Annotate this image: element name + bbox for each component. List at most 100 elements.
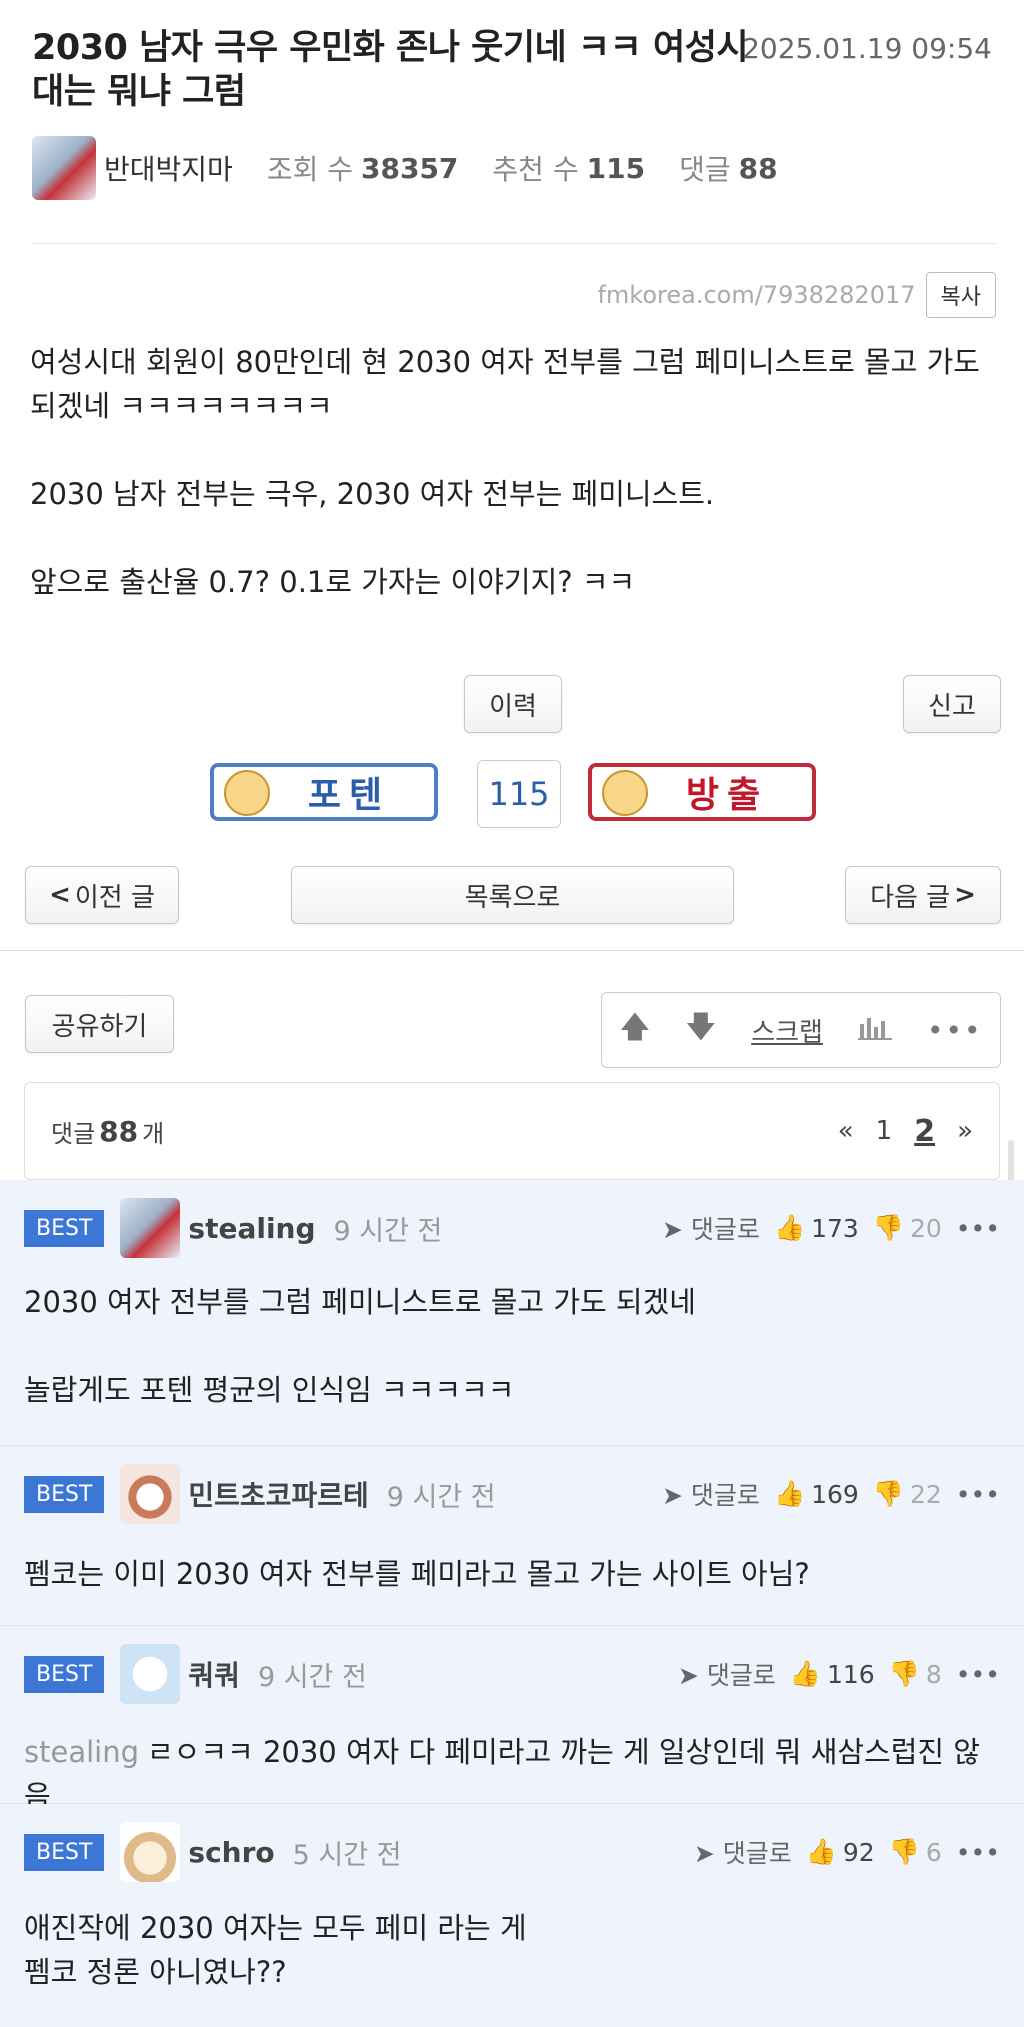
comment-downvote[interactable]: 👎 6	[889, 1837, 942, 1867]
upvote-count: 169	[811, 1479, 859, 1509]
reply-button[interactable]: ➤ 댓글로	[678, 1656, 776, 1692]
post-action-bar: 🡅 🡇 스크랩 •••	[601, 992, 1001, 1068]
commenter-name[interactable]: schro	[188, 1836, 274, 1869]
comment-time: 5 시간 전	[292, 1839, 402, 1871]
more-icon[interactable]: •••	[956, 1480, 1000, 1509]
reply-label: 댓글로	[690, 1215, 760, 1244]
share-button[interactable]: 공유하기	[25, 995, 174, 1053]
more-icon[interactable]: •••	[927, 1014, 983, 1047]
comment-actions: ➤ 댓글로 👍 116 👎 8 •••	[678, 1656, 1000, 1692]
chevron-left-icon: <	[49, 880, 71, 910]
comment-meta: BEST stealing 9 시간 전 ➤ 댓글로 👍 173 👎 20 •••	[24, 1198, 1000, 1258]
thumbs-down-icon: 👎	[872, 1213, 904, 1242]
report-button[interactable]: 신고	[903, 675, 1001, 733]
list-button[interactable]: 목록으로	[291, 866, 734, 924]
post-title: 2030 남자 극우 우민화 존나 웃기네 ㅋㅋ 여성시대는 뭐냐 그럼	[32, 28, 749, 112]
vote-up-label: 포텐	[307, 775, 391, 816]
scrap-button[interactable]: 스크랩	[751, 1012, 823, 1049]
arrow-down-icon[interactable]: 🡇	[685, 1005, 716, 1056]
post-date: 2025.01.19 09:54	[742, 32, 992, 65]
best-badge: BEST	[24, 1655, 105, 1693]
best-badge: BEST	[24, 1833, 105, 1871]
author-name[interactable]: 반대박지마	[104, 148, 233, 188]
downvote-count: 6	[925, 1837, 942, 1867]
reply-button[interactable]: ➤ 댓글로	[662, 1210, 760, 1246]
thumbs-up-icon: 👍	[789, 1659, 821, 1688]
comments-label: 댓글	[679, 153, 731, 186]
page-2[interactable]: 2	[914, 1114, 935, 1149]
comment-meta: BEST 민트초코파르테 9 시간 전 ➤ 댓글로 👍 169 👎 22 •••	[24, 1464, 1000, 1524]
divider	[32, 243, 996, 244]
more-icon[interactable]: •••	[956, 1214, 1000, 1243]
comment-upvote[interactable]: 👍 173	[774, 1213, 859, 1243]
first-page-icon[interactable]: «	[838, 1116, 854, 1146]
stats-icon[interactable]	[857, 1014, 892, 1047]
comment-meta: BEST schro 5 시간 전 ➤ 댓글로 👍 92 👎 6 •••	[24, 1822, 1000, 1882]
comment-item: BEST 쿼쿼 9 시간 전 ➤ 댓글로 👍 116 👎 8 ••• stealin…	[0, 1626, 1024, 1813]
prev-post-button[interactable]: < 이전 글	[25, 866, 179, 924]
downvote-count: 8	[925, 1659, 942, 1689]
comment-actions: ➤ 댓글로 👍 173 👎 20 •••	[662, 1210, 1000, 1246]
comment-count: 88	[99, 1114, 139, 1148]
vote-up-button[interactable]: 포텐	[210, 763, 438, 821]
downvote-count: 22	[909, 1479, 942, 1509]
comment-downvote[interactable]: 👎 20	[873, 1213, 942, 1243]
reply-target[interactable]: stealing	[24, 1735, 139, 1769]
commenter-avatar[interactable]	[120, 1198, 181, 1258]
comment-downvote[interactable]: 👎 8	[889, 1659, 942, 1689]
upvote-count: 173	[811, 1213, 859, 1243]
upvote-count: 92	[842, 1837, 875, 1867]
commenter-name[interactable]: 민트초코파르테	[188, 1474, 368, 1514]
thumbs-down-icon: 👎	[888, 1837, 920, 1866]
arrow-up-icon[interactable]: 🡅	[620, 1005, 651, 1056]
author-avatar[interactable]	[32, 136, 96, 200]
comment-downvote[interactable]: 👎 22	[873, 1479, 942, 1509]
page-1[interactable]: 1	[876, 1116, 893, 1146]
comment-body: 2030 여자 전부를 그럼 페미니스트로 몰고 가도 되겠네 놀랍게도 포텐 …	[24, 1280, 1000, 1412]
comment-line: 펨코는 이미 2030 여자 전부를 페미라고 몰고 가는 사이트 아님?	[24, 1557, 810, 1591]
comment-upvote[interactable]: 👍 116	[790, 1659, 875, 1689]
reply-button[interactable]: ➤ 댓글로	[694, 1834, 792, 1870]
reply-button[interactable]: ➤ 댓글로	[662, 1476, 760, 1512]
thumbs-down-icon: 👎	[888, 1659, 920, 1688]
commenter-name[interactable]: 쿼쿼	[188, 1654, 240, 1694]
comment-upvote[interactable]: 👍 169	[774, 1479, 859, 1509]
comment-line: 펨코 정론 아니였나??	[24, 1955, 287, 1989]
next-post-button[interactable]: 다음 글 >	[845, 866, 1001, 924]
post-content: 여성시대 회원이 80만인데 현 2030 여자 전부를 그럼 페미니스트로 몰…	[30, 340, 1000, 604]
history-button[interactable]: 이력	[464, 675, 562, 733]
copy-button[interactable]: 복사	[925, 272, 996, 318]
send-icon: ➤	[677, 1661, 699, 1690]
divider	[0, 950, 1024, 951]
reply-label: 댓글로	[690, 1481, 760, 1510]
post-url[interactable]: fmkorea.com/7938282017	[597, 281, 915, 309]
prev-post-label: 이전 글	[74, 882, 155, 913]
commenter-avatar[interactable]	[120, 1464, 181, 1524]
reply-label: 댓글로	[706, 1661, 776, 1690]
comment-line: 놀랍게도 포텐 평균의 인식임 ㅋㅋㅋㅋㅋ	[24, 1373, 515, 1407]
commenter-avatar[interactable]	[120, 1644, 181, 1704]
more-icon[interactable]: •••	[956, 1660, 1000, 1689]
views-label: 조회 수	[266, 153, 353, 186]
comment-item: BEST schro 5 시간 전 ➤ 댓글로 👍 92 👎 6 ••• 애진작에 …	[0, 1804, 1024, 2027]
best-badge: BEST	[24, 1475, 105, 1513]
vote-down-button[interactable]: 방출	[588, 763, 816, 821]
downvote-count: 20	[909, 1213, 942, 1243]
commenter-avatar[interactable]	[120, 1822, 181, 1882]
more-icon[interactable]: •••	[956, 1838, 1000, 1867]
comment-time: 9 시간 전	[386, 1481, 496, 1513]
last-page-icon[interactable]: »	[957, 1116, 973, 1146]
content-line: 여성시대 회원이 80만인데 현 2030 여자 전부를 그럼 페미니스트로 몰…	[30, 345, 980, 423]
content-line	[30, 428, 1000, 472]
content-line: 앞으로 출산율 0.7? 0.1로 가자는 이야기지? ㅋㅋ	[30, 565, 636, 599]
comment-count-unit: 개	[142, 1119, 165, 1148]
comment-item: BEST 민트초코파르테 9 시간 전 ➤ 댓글로 👍 169 👎 22 ••• 펨…	[0, 1446, 1024, 1626]
comment-text: ㄹㅇㅋㅋ 2030 여자 다 페미라고 까는 게 일상인데 뭐 새삼스럽진 않음	[24, 1735, 980, 1813]
vote-count: 115	[477, 760, 561, 828]
send-icon: ➤	[693, 1839, 715, 1868]
comments-count: 88	[738, 151, 778, 185]
commenter-name[interactable]: stealing	[188, 1212, 315, 1245]
recommend-label: 추천 수	[492, 153, 579, 186]
comment-upvote[interactable]: 👍 92	[806, 1837, 875, 1867]
content-line: 2030 남자 전부는 극우, 2030 여자 전부는 페미니스트.	[30, 477, 715, 511]
